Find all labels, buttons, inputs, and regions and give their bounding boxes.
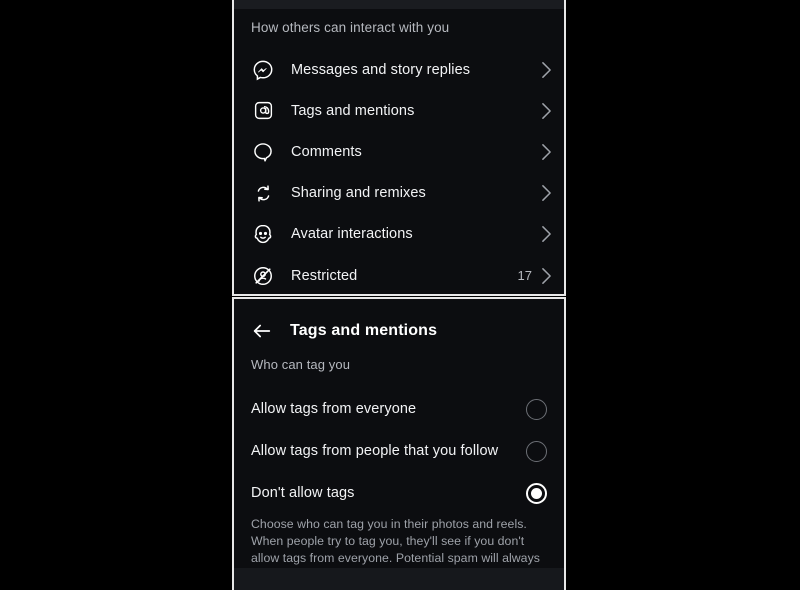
settings-row-label: Restricted — [291, 267, 358, 284]
chevron-right-icon — [541, 184, 552, 202]
page-title: Tags and mentions — [290, 322, 438, 339]
settings-row-restricted[interactable]: Restricted 17 — [234, 255, 564, 294]
chevron-right-icon — [541, 143, 552, 161]
settings-row-comments[interactable]: Comments — [234, 131, 564, 172]
settings-row-tags-and-mentions[interactable]: Tags and mentions — [234, 90, 564, 131]
chevron-right-icon — [541, 102, 552, 120]
avatar-face-icon — [251, 222, 275, 246]
option-label: Allow tags from everyone — [251, 401, 417, 417]
back-arrow-icon[interactable] — [251, 320, 273, 342]
at-mention-icon — [251, 99, 275, 123]
option-allow-tags-from-everyone[interactable]: Allow tags from everyone — [234, 388, 564, 430]
radio-allow-tags-from-everyone[interactable] — [526, 398, 547, 420]
status-bar-strip — [234, 0, 564, 9]
chevron-right-icon — [541, 267, 552, 285]
share-remix-icon — [251, 181, 275, 205]
section-title-interactions: How others can interact with you — [251, 20, 450, 35]
option-allow-tags-from-people-you-follow[interactable]: Allow tags from people that you follow — [234, 430, 564, 472]
settings-row-label: Sharing and remixes — [291, 185, 426, 202]
option-dont-allow-tags[interactable]: Don't allow tags — [234, 472, 564, 514]
settings-row-avatar-interactions[interactable]: Avatar interactions — [234, 214, 564, 255]
settings-row-label: Avatar interactions — [291, 226, 413, 243]
chevron-right-icon — [541, 61, 552, 79]
restricted-icon — [251, 264, 275, 288]
settings-row-sharing-and-remixes[interactable]: Sharing and remixes — [234, 173, 564, 214]
radio-dont-allow-tags[interactable] — [526, 482, 547, 504]
messenger-icon — [251, 58, 275, 82]
system-navigation-bar — [234, 568, 564, 590]
screen-root: How others can interact with you Message… — [0, 0, 800, 590]
settings-list-panel: How others can interact with you Message… — [232, 0, 566, 296]
settings-row-label: Comments — [291, 143, 362, 160]
radio-allow-tags-from-people-you-follow[interactable] — [526, 440, 547, 462]
tags-and-mentions-panel: Tags and mentions Who can tag you Allow … — [232, 297, 566, 590]
chevron-right-icon — [541, 225, 552, 243]
comment-icon — [251, 140, 275, 164]
settings-row-label: Messages and story replies — [291, 61, 471, 78]
settings-row-messages[interactable]: Messages and story replies — [234, 49, 564, 90]
detail-header: Tags and mentions — [234, 309, 564, 353]
settings-row-count: 17 — [517, 268, 532, 284]
section-title-who-can-tag-you: Who can tag you — [251, 357, 351, 372]
option-label: Don't allow tags — [251, 485, 355, 501]
tag-permission-options: Allow tags from everyone Allow tags from… — [234, 388, 564, 514]
settings-row-list: Messages and story replies Tags and ment… — [234, 49, 564, 294]
settings-row-label: Tags and mentions — [291, 102, 415, 119]
option-label: Allow tags from people that you follow — [251, 443, 499, 459]
